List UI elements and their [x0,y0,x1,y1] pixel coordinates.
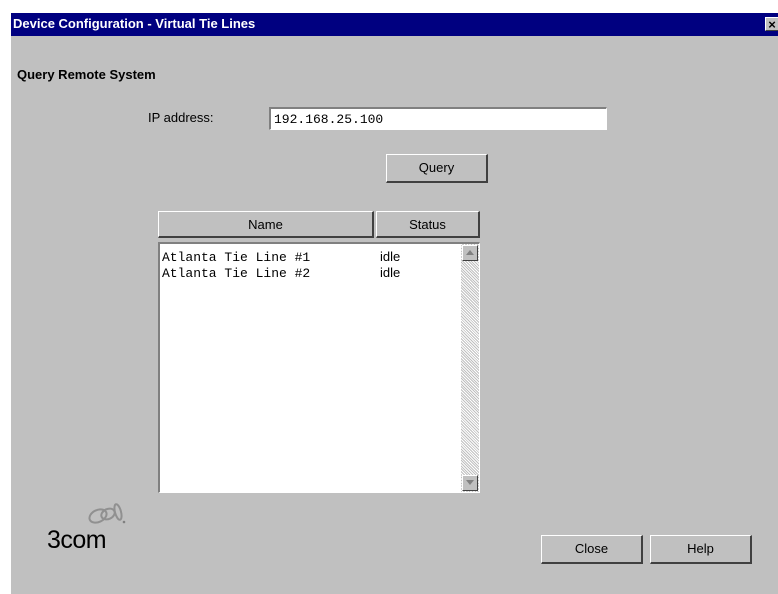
ip-address-label: IP address: [148,110,214,125]
title-bar[interactable]: Device Configuration - Virtual Tie Lines… [11,13,778,36]
section-title: Query Remote System [17,67,156,82]
list-item-name: Atlanta Tie Line #1 [162,250,311,265]
list-item-name: Atlanta Tie Line #2 [162,266,311,281]
dialog-window: Device Configuration - Virtual Tie Lines… [10,13,778,594]
arrow-down-icon [466,480,474,485]
help-button[interactable]: Help [650,535,752,564]
query-button[interactable]: Query [386,154,488,183]
brand-logo: 3com [47,498,157,568]
close-window-icon[interactable]: × [765,17,778,31]
close-button[interactable]: Close [541,535,643,564]
arrow-up-icon [466,250,474,255]
window-title: Device Configuration - Virtual Tie Lines [13,16,256,31]
column-header-name[interactable]: Name [158,211,374,238]
list-item-status: idle [380,249,401,264]
column-header-status[interactable]: Status [376,211,480,238]
vertical-scrollbar[interactable] [461,244,479,492]
scroll-down-button[interactable] [462,475,478,491]
scroll-up-button[interactable] [462,245,478,261]
logo-text: 3com [47,526,107,554]
tie-lines-list[interactable]: Atlanta Tie Line #1 idle Atlanta Tie Lin… [158,242,480,493]
list-item-status: idle [380,265,401,280]
3com-chain-logo-icon [88,503,126,524]
ip-address-input[interactable] [269,107,607,130]
